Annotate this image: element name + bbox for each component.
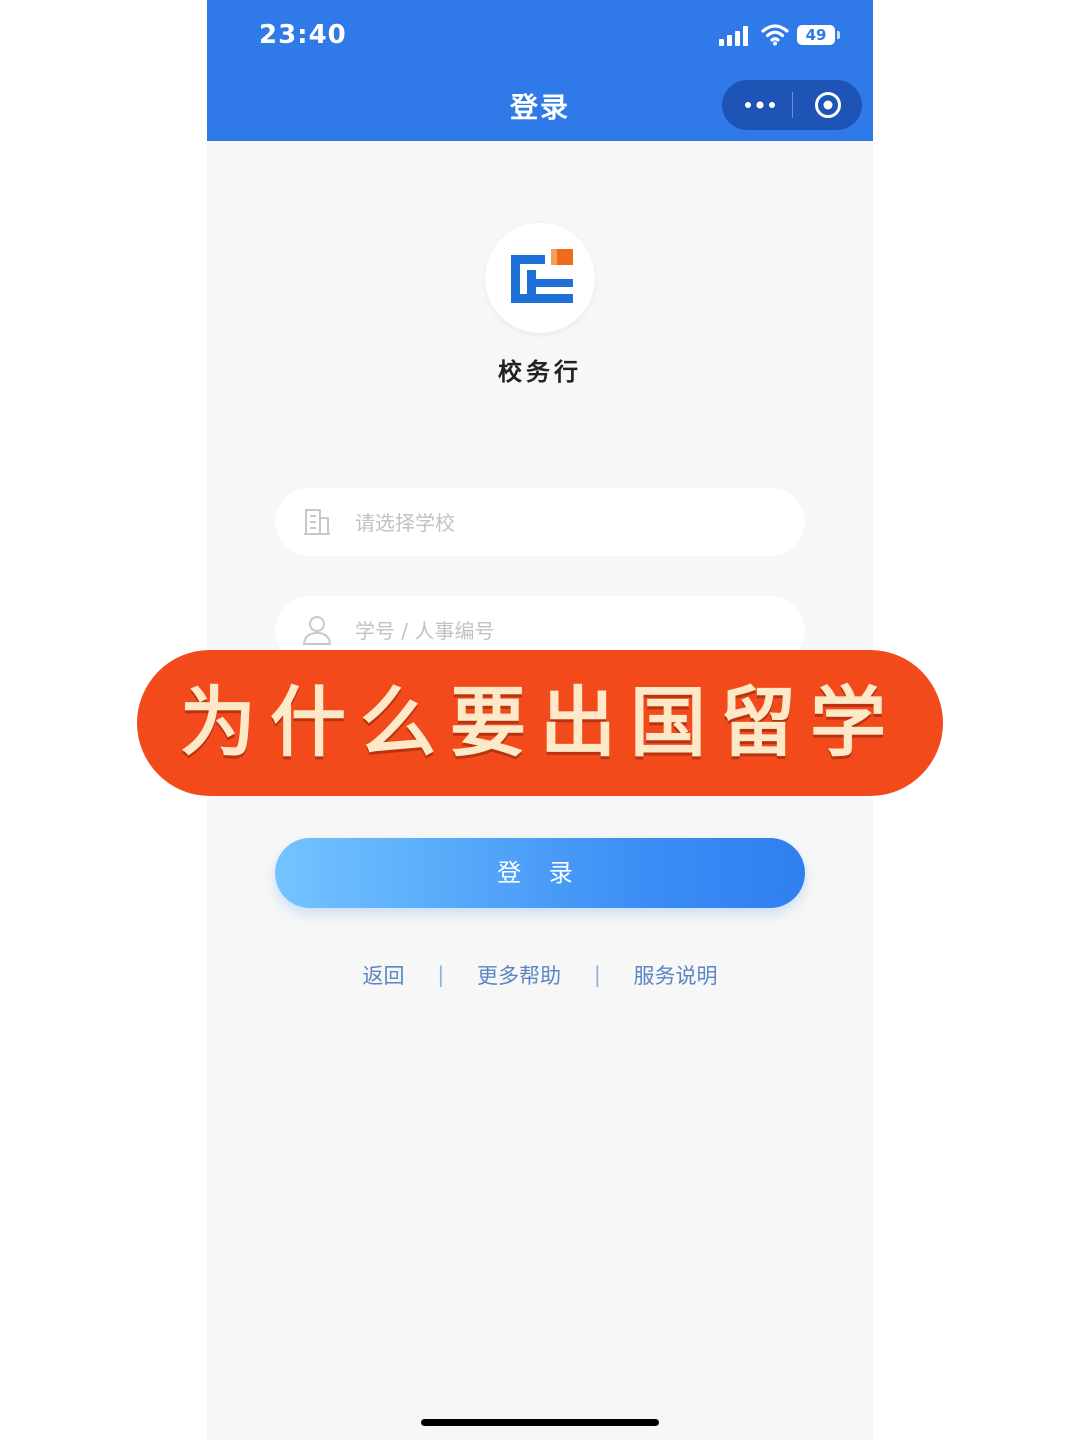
building-icon [304, 509, 330, 535]
more-icon[interactable] [744, 101, 776, 109]
capsule-divider [792, 92, 793, 118]
status-time: 23:40 [259, 20, 347, 50]
link-separator: | [593, 963, 601, 987]
close-mini-program-icon[interactable] [814, 91, 842, 119]
more-help-link[interactable]: 更多帮助 [477, 960, 561, 990]
app-logo [485, 223, 595, 333]
app-name: 校务行 [498, 358, 582, 386]
footer-links: 返回 | 更多帮助 | 服务说明 [207, 960, 873, 990]
user-icon [302, 616, 332, 645]
login-button[interactable]: 登 录 [275, 838, 805, 908]
home-indicator [421, 1419, 659, 1426]
service-info-link[interactable]: 服务说明 [633, 960, 717, 990]
battery-level: 49 [797, 25, 835, 45]
school-select[interactable] [275, 488, 805, 558]
app-header: 23:40 49 登录 [207, 0, 873, 141]
app-logo-icon [511, 249, 573, 303]
overlay-banner: 为什么要出国留学 [137, 650, 943, 796]
mini-program-capsule [722, 80, 862, 130]
school-input[interactable] [353, 488, 777, 558]
back-link[interactable]: 返回 [363, 960, 405, 990]
wifi-icon [761, 24, 789, 46]
cellular-signal-icon [719, 26, 748, 46]
battery-tip [837, 31, 840, 39]
link-separator: | [437, 963, 445, 987]
overlay-banner-text: 为什么要出国留学 [180, 678, 900, 767]
